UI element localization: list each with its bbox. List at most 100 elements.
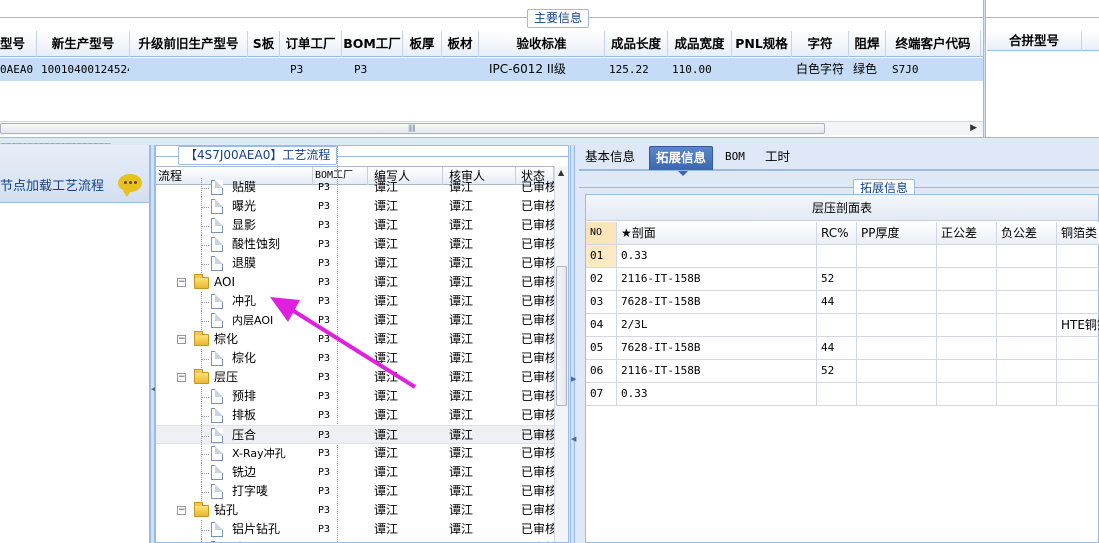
tree-node-row[interactable]: 打字唛 P3 谭江 谭江 已审核 — [156, 482, 554, 501]
table-row[interactable]: 02 2116-IT-158B 52 — [586, 268, 1099, 291]
col-board-thickness[interactable]: 板厚 — [403, 31, 442, 57]
collapse-toggle-icon[interactable]: − — [177, 373, 186, 382]
tree-folder-row[interactable]: − AOI P3 谭江 谭江 已审核 — [156, 273, 554, 292]
col-width[interactable]: 成品宽度 — [668, 31, 732, 57]
tree-node-row[interactable]: 预排 P3 谭江 谭江 已审核 — [156, 387, 554, 406]
tree-node-row[interactable]: 铣边 P3 谭江 谭江 已审核 — [156, 463, 554, 482]
document-icon — [211, 294, 223, 309]
vscroll-thumb[interactable] — [556, 266, 567, 406]
main-info-hscrollbar[interactable]: ||||| ▶ — [0, 121, 983, 135]
tree-node-row[interactable]: 退膜 P3 谭江 谭江 已审核 — [156, 254, 554, 273]
hscroll-grip: ||||| — [408, 124, 416, 132]
collapse-left-icon-2[interactable]: ◀ — [571, 435, 576, 443]
col-acceptance[interactable]: 验收标准 — [479, 31, 605, 57]
tree-node-row[interactable]: 压合 P3 谭江 谭江 已审核 — [156, 425, 554, 445]
col-merge-model[interactable]: 合拼型号 — [987, 31, 1082, 51]
col-negative-tol[interactable]: 负公差 — [997, 222, 1057, 245]
col-order-factory[interactable]: 订单工厂 — [280, 31, 342, 57]
tree-node-row[interactable]: 冲孔 P3 谭江 谭江 已审核 — [156, 292, 554, 311]
tree-reviewer-cell: 谭江 — [449, 522, 474, 536]
col-bom-factory[interactable]: BOM工厂 — [342, 31, 403, 57]
tree-writer-cell: 谭江 — [374, 256, 399, 270]
collapse-toggle-icon[interactable]: − — [177, 278, 186, 287]
tree-node-row[interactable]: 排板 P3 谭江 谭江 已审核 — [156, 406, 554, 425]
tree-node-label: 铣边 — [232, 465, 257, 479]
tree-reviewer-cell: 谭江 — [449, 294, 474, 308]
tree-bom-cell: P3 — [318, 296, 331, 307]
tree-branch-line — [201, 321, 209, 322]
tree-reviewer-cell: 谭江 — [449, 313, 474, 327]
tree-node-name-cell: − AOI — [156, 273, 313, 292]
col-customer-code[interactable]: 终端客户代码 — [886, 31, 981, 57]
collapse-toggle-icon[interactable]: − — [177, 506, 186, 515]
col-pp-thickness[interactable]: PP厚度 — [857, 222, 937, 245]
tree-writer-cell: 谭江 — [374, 313, 399, 327]
col-copper-foil[interactable]: 铜箔类 — [1057, 222, 1099, 245]
col-length[interactable]: 成品长度 — [605, 31, 668, 57]
col-section[interactable]: ★剖面 — [617, 222, 817, 245]
tree-folder-row[interactable]: − 钻孔 P3 谭江 谭江 已审核 — [156, 501, 554, 520]
process-tree-vscrollbar[interactable]: ▲ — [554, 166, 568, 542]
tree-node-name-cell: 显影 — [156, 216, 313, 235]
tree-node-row[interactable]: 棕化 P3 谭江 谭江 已审核 — [156, 349, 554, 368]
tree-node-row[interactable]: 贴膜 P3 谭江 谭江 已审核 — [156, 178, 554, 197]
tree-node-row[interactable]: 显影 P3 谭江 谭江 已审核 — [156, 216, 554, 235]
col-positive-tol[interactable]: 正公差 — [937, 222, 997, 245]
col-char[interactable]: 字符 — [792, 31, 849, 57]
tree-writer-cell: 谭江 — [374, 199, 399, 213]
table-row[interactable]: 07 0.33 — [586, 383, 1099, 406]
table-row[interactable]: 05 7628-IT-158B 44 — [586, 337, 1099, 360]
tab-bom[interactable]: BOM — [719, 146, 751, 170]
tree-node-label: 铝片钻孔 — [232, 522, 281, 536]
main-info-splitter[interactable] — [983, 0, 986, 137]
col-s-board[interactable]: S板 — [248, 31, 280, 57]
tree-node-row[interactable]: 内层AOI P3 谭江 谭江 已审核 — [156, 311, 554, 330]
col-new-model[interactable]: 新生产型号 — [37, 31, 130, 57]
scroll-right-arrow-icon[interactable]: ▶ — [970, 123, 977, 133]
tree-folder-row[interactable]: − 层压 P3 谭江 谭江 已审核 — [156, 368, 554, 387]
lamination-cell: 2/3L — [617, 314, 817, 337]
col-old-model[interactable]: 升级前旧生产型号 — [130, 31, 248, 57]
tree-bom-cell: P3 — [318, 201, 331, 212]
chat-bubble-icon[interactable] — [118, 174, 142, 197]
table-row[interactable]: 042/3L HTE铜箔 — [586, 314, 1099, 337]
lamination-cell: 2116-IT-158B — [617, 268, 817, 291]
tab-work-hours[interactable]: 工时 — [759, 146, 796, 170]
process-flow-panel: 【4S7J00AEA0】工艺流程 流程 BOM工厂 编写人 核审人 状态 贴膜 P… — [155, 145, 569, 543]
tree-folder-row[interactable]: − 棕化 P3 谭江 谭江 已审核 — [156, 330, 554, 349]
tree-writer-cell: 谭江 — [374, 351, 399, 365]
tree-node-row[interactable]: 铝片钻孔 P3 谭江 谭江 已审核 — [156, 520, 554, 539]
horizontal-splitter[interactable]: ........................................… — [0, 137, 1099, 146]
col-rc[interactable]: RC% — [817, 222, 857, 245]
tree-reviewer-cell: 谭江 — [449, 199, 474, 213]
document-icon — [211, 256, 223, 271]
col-pnl[interactable]: PNL规格 — [732, 31, 792, 57]
col-model[interactable]: 型号 — [0, 31, 37, 57]
process-flow-legend: 【4S7J00AEA0】工艺流程 — [178, 146, 338, 165]
tree-reviewer-cell: 谭江 — [449, 256, 474, 270]
tree-bom-cell: P3 — [318, 220, 331, 231]
scroll-up-arrow-icon[interactable]: ▲ — [558, 168, 564, 177]
lamination-cell — [857, 291, 937, 314]
table-row[interactable]: 0AEA0 10010400124524 P3 P3 IPC-6012 II级 … — [0, 58, 983, 81]
tree-node-row[interactable]: 曝光 P3 谭江 谭江 已审核 — [156, 197, 554, 216]
lamination-cell — [937, 291, 997, 314]
right-splitter[interactable]: ▶ ◀ — [570, 145, 576, 543]
tree-node-row[interactable]: X-Ray冲孔 P3 谭江 谭江 已审核 — [156, 444, 554, 463]
table-row[interactable]: 03 7628-IT-158B 44 — [586, 291, 1099, 314]
col-board-material[interactable]: 板材 — [442, 31, 479, 57]
folder-icon — [194, 274, 209, 289]
tree-node-row[interactable]: 钻孔P3谭江谭江已审核 — [156, 539, 554, 542]
tree-node-name-cell: 曝光 — [156, 197, 313, 216]
tab-extended-info[interactable]: 拓展信息 — [649, 146, 714, 176]
collapse-toggle-icon[interactable]: − — [177, 335, 186, 344]
tree-status-cell: 已审核 — [516, 539, 554, 542]
tree-node-label: 酸性蚀刻 — [232, 237, 281, 251]
table-row[interactable]: 01 0.33 — [586, 245, 1099, 268]
tree-node-row[interactable]: 酸性蚀刻 P3 谭江 谭江 已审核 — [156, 235, 554, 254]
tab-basic-info[interactable]: 基本信息 — [579, 146, 641, 170]
col-no[interactable]: NO — [586, 222, 617, 245]
table-row[interactable]: 06 2116-IT-158B 52 — [586, 360, 1099, 383]
collapse-right-icon[interactable]: ▶ — [571, 375, 576, 383]
col-solder-mask[interactable]: 阻焊 — [849, 31, 886, 57]
